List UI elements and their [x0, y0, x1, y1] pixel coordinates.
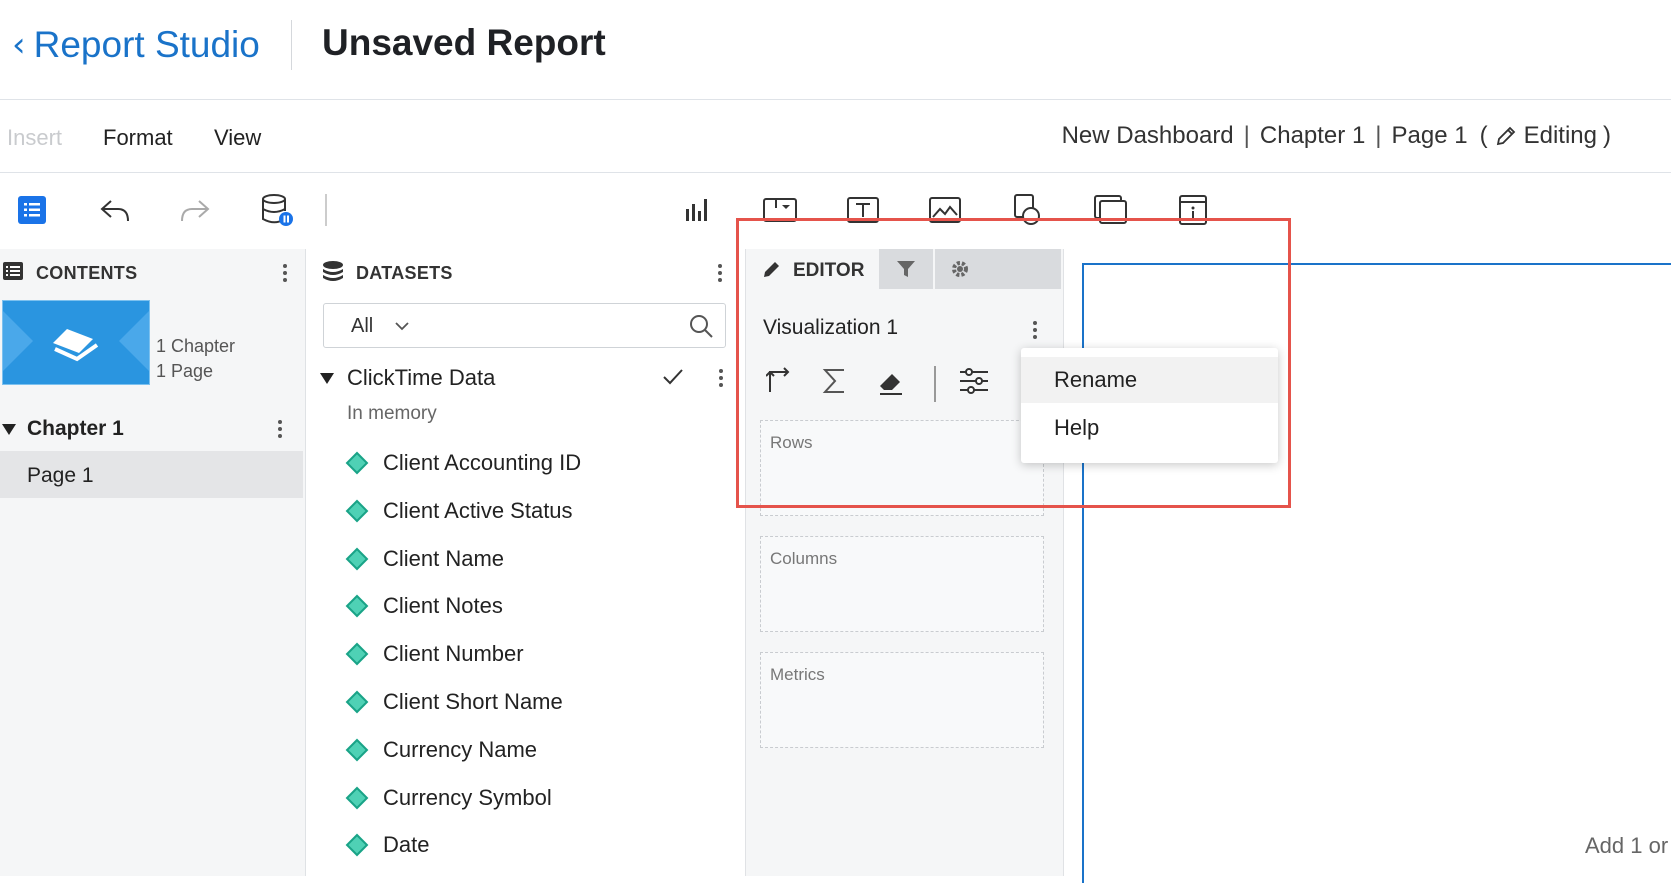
field-dimension-icon [345, 547, 369, 571]
mode-paren-close: ) [1603, 122, 1611, 149]
datasets-title: DATASETS [356, 263, 453, 283]
redo-button[interactable] [177, 192, 213, 228]
canvas-hint-text: Add 1 or [1585, 833, 1669, 858]
field-item[interactable]: Client Accounting ID [345, 443, 582, 483]
book-icon [3, 311, 149, 371]
field-dimension-icon [345, 690, 369, 714]
toolbar-divider [325, 194, 327, 226]
page-item-label: Page 1 [27, 464, 94, 487]
field-label: Client Active Status [383, 498, 573, 523]
contents-title: CONTENTS [36, 263, 138, 283]
chapter-more-button[interactable] [270, 417, 290, 441]
chevron-left-icon: ‹ [12, 25, 26, 65]
report-title: Unsaved Report [322, 22, 606, 63]
chevron-down-icon[interactable] [394, 319, 410, 333]
chapter-count: 1 Chapter [156, 336, 236, 356]
contents-list-icon [3, 262, 23, 280]
field-item[interactable]: Client Notes [345, 586, 503, 626]
breadcrumb: New Dashboard | Chapter 1 | Page 1 ( Edi… [1062, 122, 1611, 150]
undo-icon [100, 200, 129, 222]
breadcrumb-chapter[interactable]: Chapter 1 [1260, 122, 1365, 150]
insert-chart-button[interactable] [679, 192, 715, 228]
menu-format[interactable]: Format [103, 125, 173, 151]
datasource-button[interactable] [260, 192, 296, 228]
report-thumbnail[interactable] [2, 300, 150, 385]
metrics-label: Metrics [770, 665, 825, 684]
header-divider [291, 20, 292, 70]
dataset-name[interactable]: ClickTime Data [347, 365, 495, 391]
list-icon [18, 196, 46, 224]
breadcrumb-dashboard[interactable]: New Dashboard [1062, 122, 1234, 150]
database-icon [323, 261, 343, 281]
redo-icon [181, 200, 210, 222]
field-item[interactable]: Client Active Status [345, 491, 573, 531]
field-item[interactable]: Currency Symbol [345, 778, 552, 818]
field-item[interactable]: Client Name [345, 539, 505, 579]
mode-paren-open: ( [1479, 122, 1488, 149]
field-item[interactable]: Client Short Name [345, 682, 563, 722]
dataset-more-button[interactable] [711, 366, 731, 390]
contents-more-button[interactable] [275, 261, 295, 285]
field-label: Client Short Name [383, 689, 563, 714]
field-label: Currency Name [383, 737, 538, 762]
caret-down-icon[interactable] [320, 373, 334, 385]
back-to-report-studio-link[interactable]: ‹ Report Studio [12, 22, 260, 68]
field-label: Currency Symbol [383, 785, 552, 810]
caret-down-icon[interactable] [2, 424, 16, 436]
dataset-search-field[interactable]: All [323, 303, 726, 348]
field-item[interactable]: Currency Name [345, 730, 538, 770]
page-count: 1 Page [156, 361, 214, 381]
dataset-status: In memory [347, 403, 437, 424]
field-label: Client Number [383, 641, 524, 666]
checkmark-icon [663, 369, 683, 385]
field-item[interactable]: Date [345, 825, 430, 865]
datasets-more-button[interactable] [710, 261, 730, 285]
contents-toggle-button[interactable] [14, 192, 50, 228]
field-label: Client Notes [383, 593, 503, 618]
field-dimension-icon [345, 738, 369, 762]
editing-mode-label: Editing [1523, 122, 1597, 149]
field-dimension-icon [345, 833, 369, 857]
breadcrumb-separator: | [1375, 122, 1382, 149]
page-item[interactable]: Page 1 [0, 451, 303, 498]
field-dimension-icon [345, 642, 369, 666]
database-icon [262, 194, 293, 226]
field-label: Client Accounting ID [383, 450, 582, 475]
menu-view[interactable]: View [214, 125, 261, 151]
highlight-annotation [736, 218, 1291, 508]
columns-label: Columns [770, 549, 838, 568]
breadcrumb-separator: | [1243, 122, 1250, 149]
bar-chart-icon [686, 199, 707, 221]
chapter-item[interactable]: Chapter 1 [27, 417, 124, 441]
field-dimension-icon [345, 594, 369, 618]
field-dimension-icon [345, 499, 369, 523]
field-dimension-icon [345, 786, 369, 810]
metrics-drop-zone[interactable]: Metrics [760, 652, 1044, 748]
dataset-filter-value[interactable]: All [351, 315, 373, 338]
field-label: Date [383, 832, 430, 857]
back-link-label: Report Studio [33, 24, 260, 65]
breadcrumb-page[interactable]: Page 1 [1392, 122, 1468, 150]
columns-drop-zone[interactable]: Columns [760, 536, 1044, 632]
field-item[interactable]: Client Number [345, 634, 524, 674]
field-label: Client Name [383, 546, 505, 571]
pencil-icon [1496, 126, 1515, 146]
menu-insert[interactable]: Insert [7, 125, 62, 151]
field-dimension-icon [345, 451, 369, 475]
undo-button[interactable] [97, 192, 133, 228]
search-icon[interactable] [689, 314, 715, 340]
